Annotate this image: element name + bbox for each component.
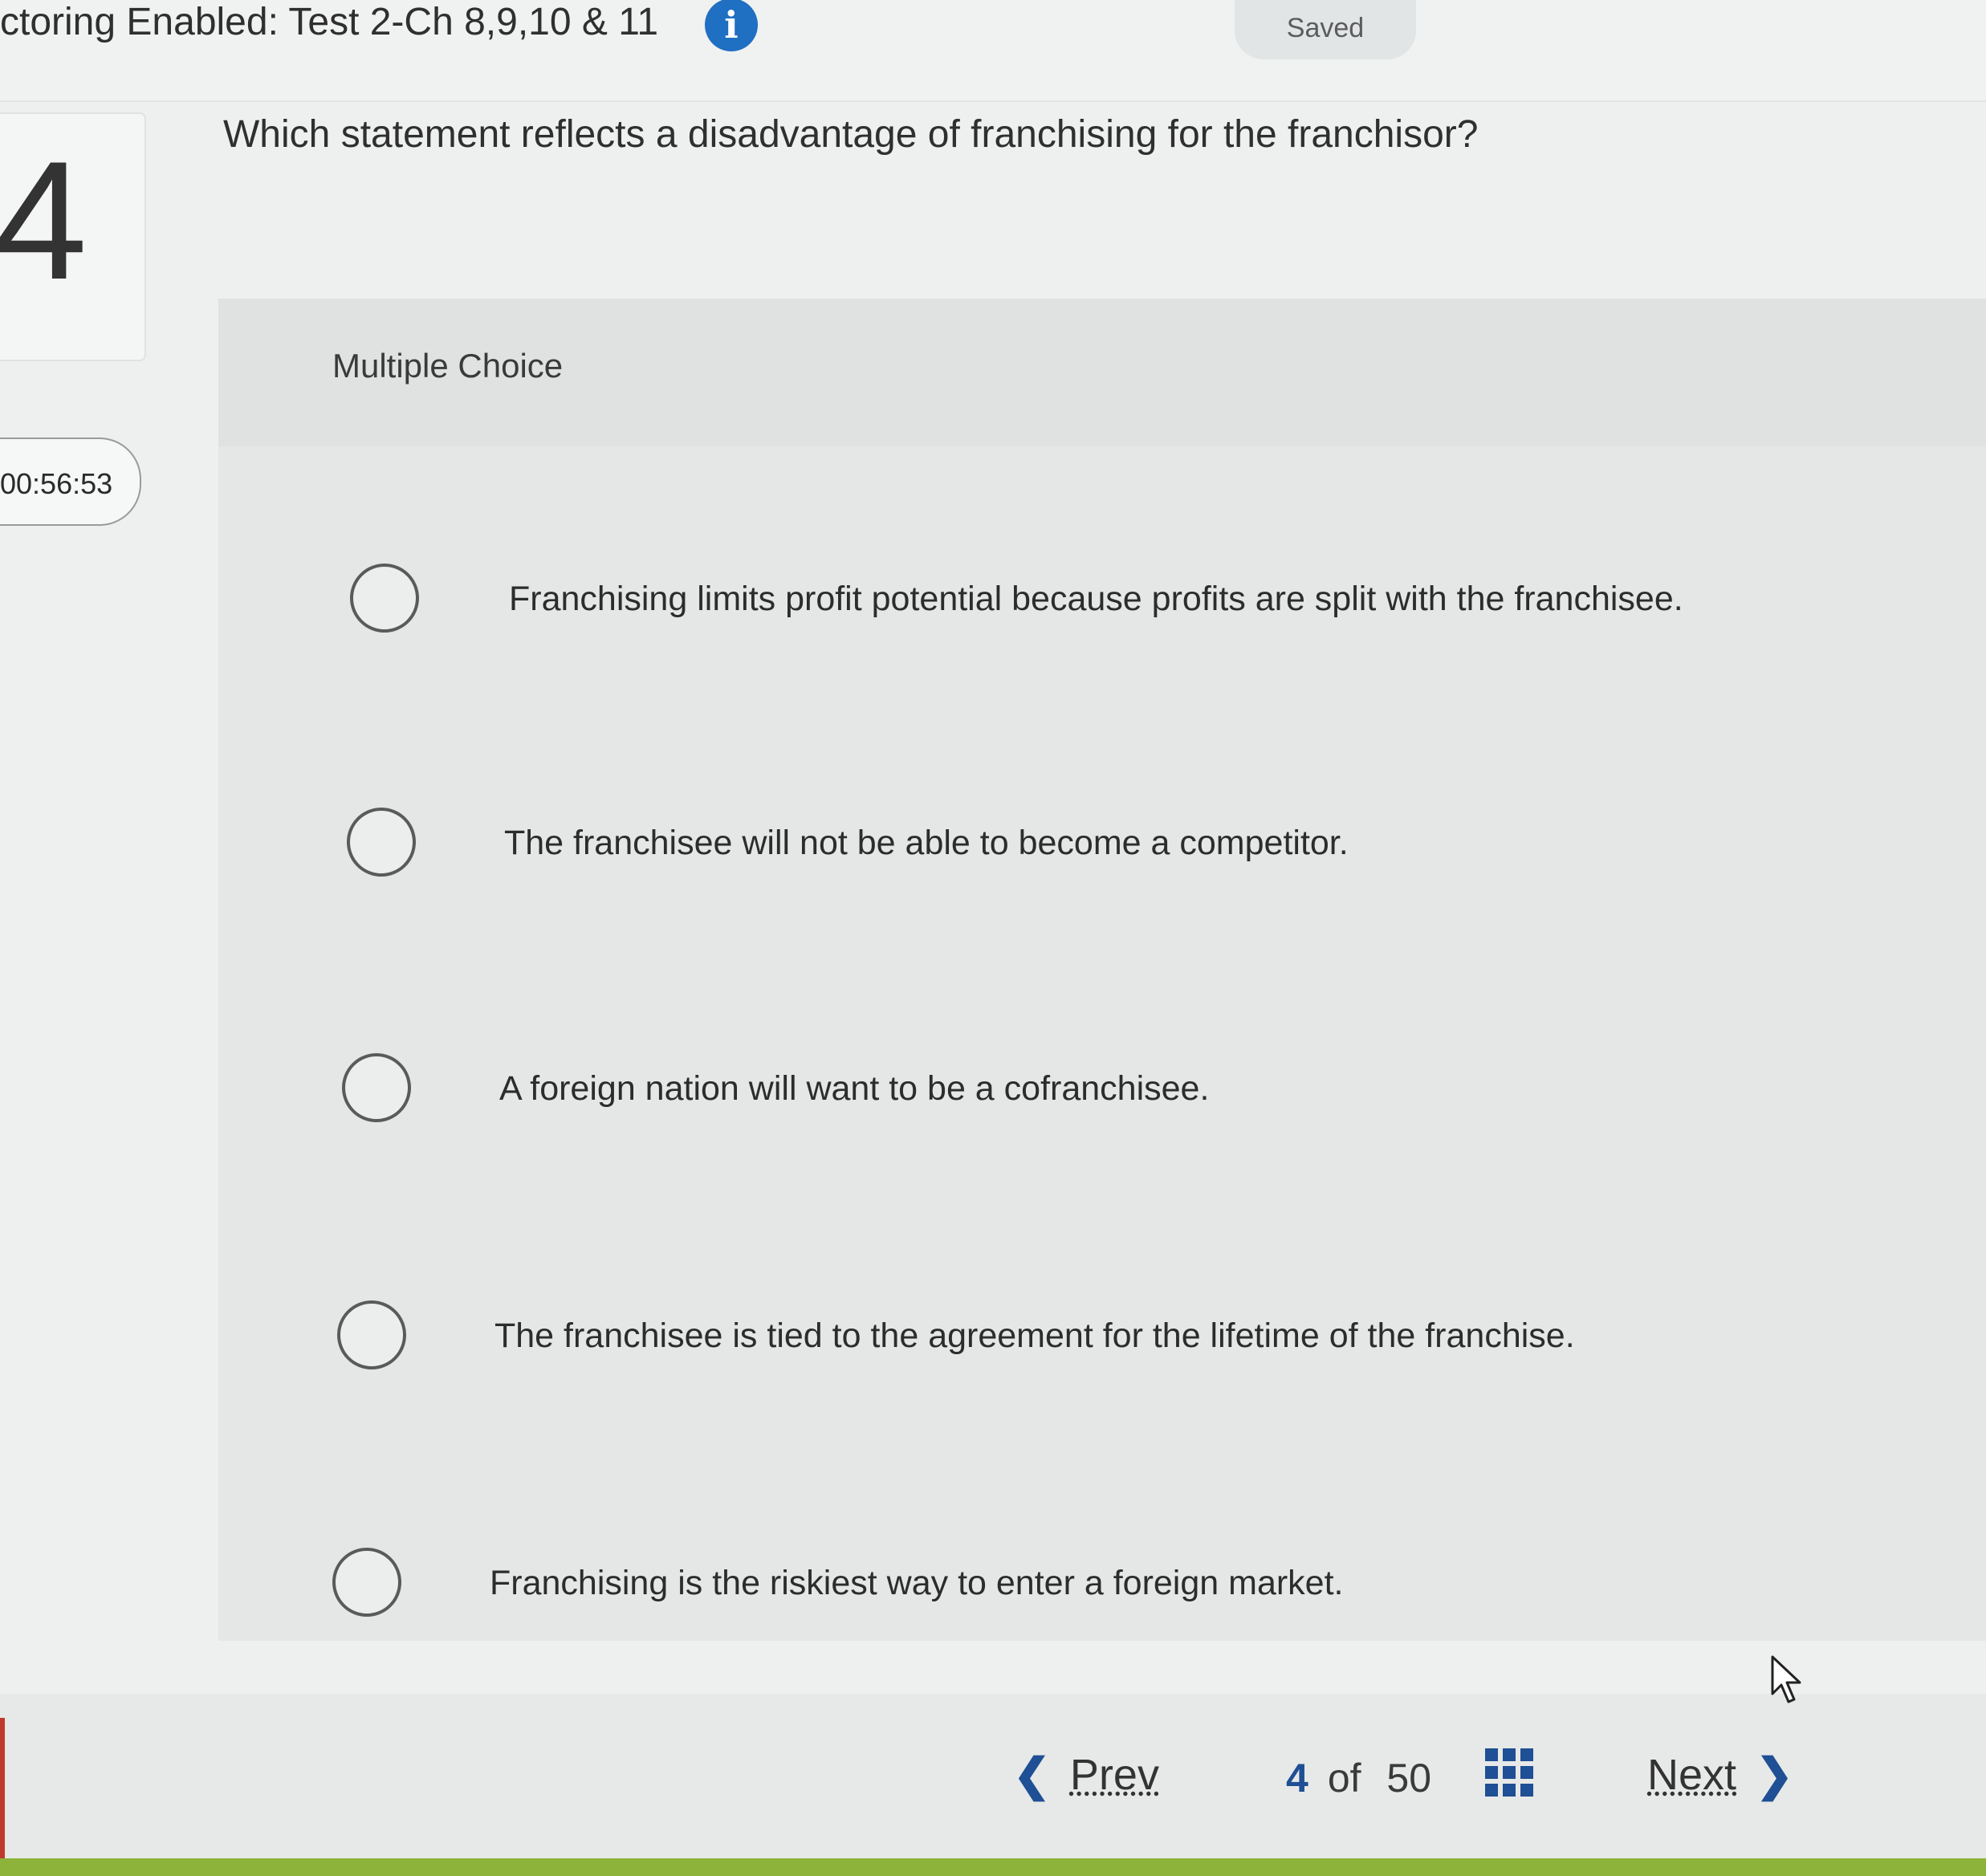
bottom-accent-strip: [0, 1858, 1986, 1876]
radio-button[interactable]: [347, 808, 416, 877]
radio-button[interactable]: [332, 1548, 401, 1617]
choice-label[interactable]: The franchisee will not be able to becom…: [504, 824, 1349, 863]
choice-label[interactable]: The franchisee is tied to the agreement …: [494, 1316, 1575, 1356]
saved-status-badge: Saved: [1235, 0, 1416, 59]
radio-button[interactable]: [350, 564, 419, 633]
total-pages: 50: [1386, 1756, 1432, 1801]
multiple-choice-header: Multiple Choice: [218, 299, 1986, 446]
top-bar: ctoring Enabled: Test 2-Ch 8,9,10 & 11 i…: [0, 0, 1986, 102]
multiple-choice-panel: Multiple Choice Franchising limits profi…: [218, 299, 1986, 1641]
choice-option-5[interactable]: Franchising is the riskiest way to enter…: [218, 1548, 1986, 1660]
chevron-right-icon: ❯: [1756, 1749, 1793, 1800]
radio-button[interactable]: [342, 1053, 411, 1122]
chevron-left-icon: ❮: [1013, 1749, 1051, 1800]
timer-text: 00:56:53: [0, 467, 113, 500]
radio-button[interactable]: [337, 1300, 406, 1369]
choice-label[interactable]: Franchising is the riskiest way to enter…: [490, 1564, 1344, 1603]
choice-option-4[interactable]: The franchisee is tied to the agreement …: [218, 1300, 1986, 1413]
next-button[interactable]: Next ❯: [1628, 1748, 1793, 1813]
prev-label[interactable]: Prev: [1070, 1750, 1159, 1800]
choice-label[interactable]: Franchising limits profit potential beca…: [509, 580, 1683, 619]
current-page: 4: [1286, 1756, 1308, 1801]
page-indicator: 4 of 50: [1286, 1755, 1431, 1801]
info-icon[interactable]: i: [705, 0, 758, 51]
choice-label[interactable]: A foreign nation will want to be a cofra…: [499, 1069, 1209, 1109]
choice-option-2[interactable]: The franchisee will not be able to becom…: [218, 808, 1986, 920]
next-label[interactable]: Next: [1647, 1750, 1736, 1800]
grid-icon[interactable]: [1485, 1748, 1533, 1797]
choice-option-3[interactable]: A foreign nation will want to be a cofra…: [218, 1053, 1986, 1166]
question-number: 4: [0, 126, 87, 315]
mouse-cursor-icon: [1771, 1655, 1801, 1703]
prev-button[interactable]: ❮ Prev: [1013, 1748, 1178, 1813]
test-title: ctoring Enabled: Test 2-Ch 8,9,10 & 11: [0, 1, 659, 43]
choice-option-1[interactable]: Franchising limits profit potential beca…: [218, 564, 1986, 676]
question-text: Which statement reflects a disadvantage …: [223, 113, 1479, 156]
page-of-label: of: [1327, 1756, 1361, 1801]
question-type-label: Multiple Choice: [332, 347, 564, 385]
left-edge-accent: [0, 1718, 5, 1858]
